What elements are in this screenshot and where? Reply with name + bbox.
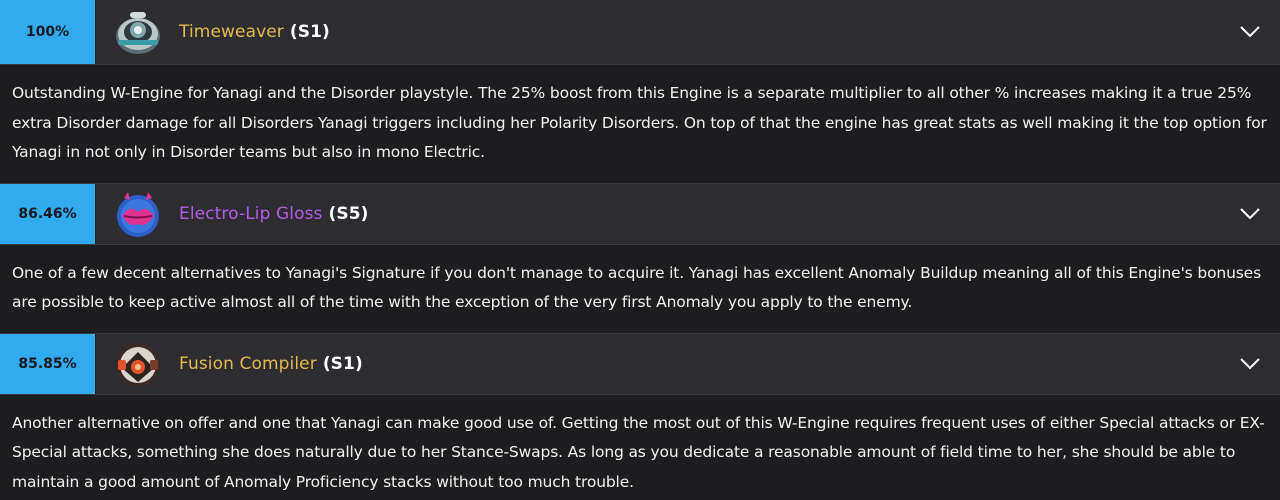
item-title: Electro-Lip Gloss (S5): [179, 184, 369, 244]
engine-rank: (S1): [322, 353, 363, 374]
rating-badge: 85.85%: [0, 333, 96, 394]
accordion-header-timeweaver[interactable]: 100% Timeweaver (S1): [0, 0, 1280, 65]
chevron-down-icon[interactable]: [1220, 334, 1280, 394]
w-engine-list: 100% Timeweaver (S1) Outstanding W-Engin…: [0, 0, 1280, 500]
fusion-compiler-engine-icon: [110, 336, 166, 392]
item-title: Timeweaver (S1): [179, 0, 330, 64]
list-item: 100% Timeweaver (S1) Outstanding W-Engin…: [0, 0, 1280, 183]
engine-name: Electro-Lip Gloss: [179, 203, 323, 224]
chevron-down-icon[interactable]: [1220, 0, 1280, 64]
electro-lip-gloss-engine-icon: [110, 186, 166, 242]
chevron-down-icon[interactable]: [1220, 184, 1280, 244]
list-item: 85.85% Fusion Compiler (S1) Another alte…: [0, 332, 1280, 500]
engine-rank: (S5): [328, 203, 369, 224]
rating-badge: 86.46%: [0, 183, 96, 244]
item-description: Outstanding W-Engine for Yanagi and the …: [0, 65, 1280, 183]
item-description: One of a few decent alternatives to Yana…: [0, 244, 1280, 333]
engine-rank: (S1): [289, 22, 330, 42]
accordion-header-fusion-compiler[interactable]: 85.85% Fusion Compiler (S1): [0, 332, 1280, 395]
engine-name: Timeweaver: [179, 22, 284, 42]
timeweaver-engine-icon: [110, 4, 166, 60]
list-item: 86.46% Electro-Lip Gloss (S5) One of a f…: [0, 182, 1280, 333]
item-description: Another alternative on offer and one tha…: [0, 394, 1280, 500]
item-title: Fusion Compiler (S1): [179, 334, 363, 394]
accordion-header-electro-lip-gloss[interactable]: 86.46% Electro-Lip Gloss (S5): [0, 182, 1280, 245]
rating-badge: 100%: [0, 0, 96, 64]
engine-name: Fusion Compiler: [179, 353, 317, 374]
